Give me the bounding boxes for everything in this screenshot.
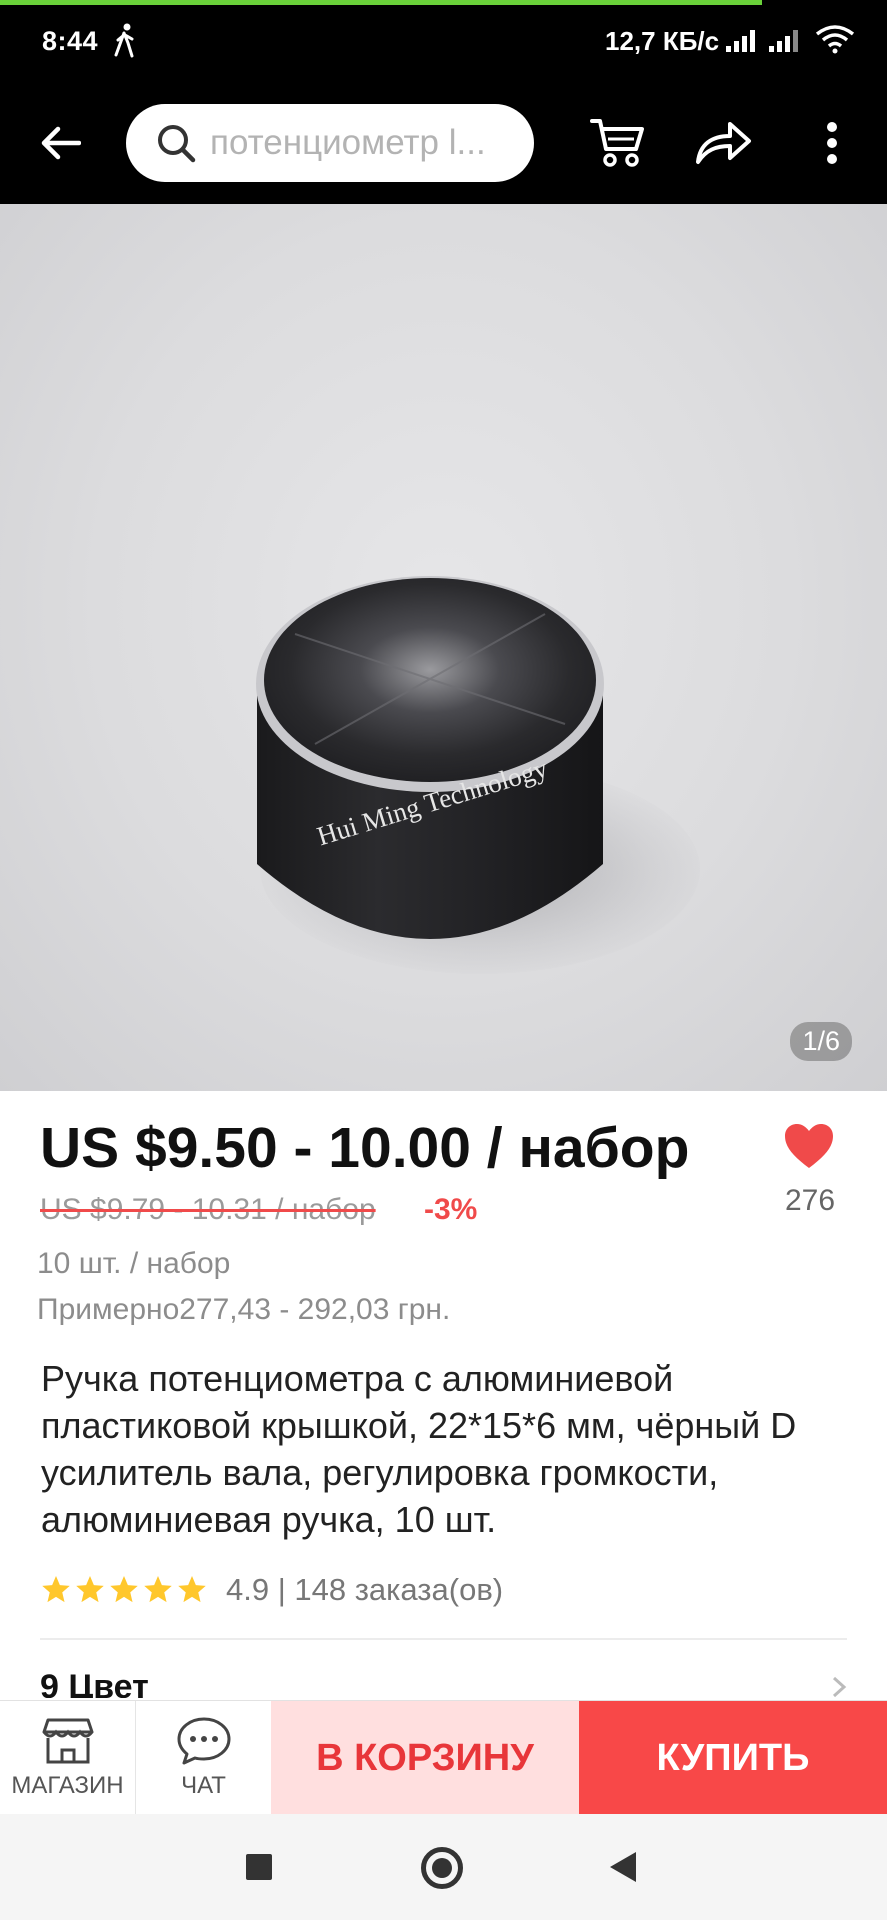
buy-now-button[interactable]: КУПИТЬ: [579, 1701, 887, 1815]
share-button[interactable]: [690, 110, 756, 176]
chevron-right-icon: [832, 1676, 847, 1698]
add-to-cart-button[interactable]: В КОРЗИНУ: [271, 1701, 579, 1815]
home-icon[interactable]: [421, 1847, 463, 1889]
section-divider: [40, 1638, 847, 1640]
network-speed: 12,7 КБ/с: [605, 26, 720, 56]
search-input[interactable]: потенциометр l...: [126, 104, 534, 182]
walking-icon: [114, 23, 134, 58]
image-counter: 1/6: [790, 1022, 852, 1061]
discount-badge: -3%: [424, 1193, 478, 1226]
system-nav-bar: [0, 1814, 887, 1920]
wifi-icon: [815, 25, 855, 54]
rating-and-orders: 4.9 | 148 заказа(ов): [226, 1572, 504, 1607]
top-toolbar: потенциометр l...: [0, 82, 887, 204]
product-image-gallery[interactable]: Hui Ming Technology 1/6: [0, 204, 887, 1091]
status-time: 8:44: [42, 26, 99, 56]
back-arrow-icon: [41, 126, 81, 160]
star-icon: [178, 1576, 206, 1603]
store-button[interactable]: МАГАЗИН: [0, 1701, 136, 1815]
search-query: потенциометр l...: [210, 123, 486, 162]
current-price: US $9.50 - 10.00 / набор: [40, 1116, 690, 1180]
approx-local-price: Примерно277,43 - 292,03 грн.: [37, 1293, 451, 1326]
signal-icon: [726, 30, 755, 52]
product-photo-knob: [256, 576, 604, 939]
more-icon: [827, 122, 837, 164]
star-icon: [76, 1576, 104, 1603]
pieces-per-set: 10 шт. / набор: [37, 1247, 231, 1280]
chat-label: ЧАТ: [181, 1772, 226, 1799]
back-triangle-icon[interactable]: [610, 1852, 636, 1882]
cart-icon: [590, 119, 644, 167]
share-icon: [696, 122, 751, 164]
signal-icon: [769, 30, 798, 52]
chat-icon: [177, 1717, 230, 1765]
cart-button[interactable]: [585, 110, 651, 176]
recent-apps-icon[interactable]: [246, 1854, 272, 1880]
star-icon: [42, 1576, 70, 1603]
original-price: US $9.79 - 10.31 / набор: [40, 1193, 376, 1226]
back-button[interactable]: [30, 112, 92, 174]
star-icon: [144, 1576, 172, 1603]
page-load-progress: [0, 0, 762, 5]
rating-row[interactable]: 4.9 | 148 заказа(ов): [40, 1570, 503, 1610]
product-title: Ручка потенциометра с алюминиевой пласти…: [41, 1358, 797, 1540]
store-icon: [42, 1718, 93, 1764]
rating-stars: [40, 1574, 208, 1606]
star-icon: [110, 1576, 138, 1603]
chat-button[interactable]: ЧАТ: [136, 1701, 271, 1815]
heart-icon[interactable]: [783, 1122, 835, 1170]
more-options-button[interactable]: [810, 110, 854, 176]
status-bar: 8:44 12,7 КБ/с: [0, 0, 887, 82]
bottom-action-bar: МАГАЗИН ЧАТ В КОРЗИНУ КУПИТЬ: [0, 1700, 887, 1815]
color-options-row[interactable]: 9 Цвет: [40, 1668, 149, 1698]
wishlist-count: 276: [784, 1184, 836, 1217]
search-icon: [158, 125, 196, 163]
store-label: МАГАЗИН: [11, 1772, 124, 1799]
